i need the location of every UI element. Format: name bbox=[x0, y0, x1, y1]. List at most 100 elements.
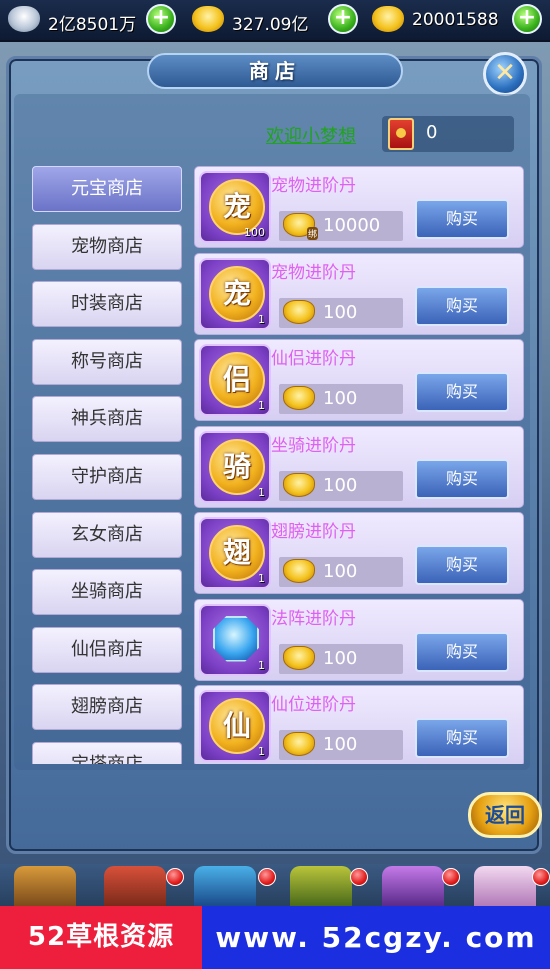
item-quantity: 1 bbox=[258, 312, 265, 326]
item-quantity: 1 bbox=[258, 485, 265, 499]
item-price: 100 bbox=[323, 647, 358, 669]
sword-feature-icon[interactable] bbox=[14, 866, 76, 906]
gold-ingot-icon bbox=[192, 6, 224, 32]
shop-tab[interactable]: 仙侣商店 bbox=[32, 626, 182, 673]
item-name: 仙侣进阶丹 bbox=[271, 349, 356, 369]
gold-value: 327.09亿 bbox=[232, 15, 309, 35]
gold-ingot-icon bbox=[283, 559, 315, 583]
add-bound-gold-button[interactable]: + bbox=[512, 4, 542, 34]
redpack-count: 0 bbox=[426, 122, 438, 143]
item-name: 法阵进阶丹 bbox=[271, 608, 356, 629]
gold-ingot-icon bbox=[283, 386, 315, 410]
creature-feature-icon[interactable] bbox=[382, 866, 444, 906]
silver-coin-icon bbox=[8, 6, 40, 32]
shop-tab[interactable]: 元宝商店 bbox=[32, 166, 182, 212]
back-button[interactable]: 返回 bbox=[468, 792, 542, 838]
pet-feature-icon[interactable] bbox=[474, 866, 536, 906]
shop-tab[interactable]: 称号商店 bbox=[32, 338, 182, 385]
currency-bar: 2亿8501万 + 327.09亿 + 20001588 + bbox=[0, 0, 550, 42]
notification-dot-icon bbox=[258, 868, 276, 886]
silver-value: 2亿8501万 bbox=[48, 15, 137, 35]
item-name: 宠物进阶丹 bbox=[271, 262, 356, 283]
shop-tab[interactable]: 翅膀商店 bbox=[32, 684, 182, 731]
temple-feature-icon[interactable] bbox=[104, 866, 166, 906]
shop-tab[interactable]: 玄女商店 bbox=[32, 511, 182, 558]
shop-item-row: 仙 1 仙位进阶丹 100 购买 bbox=[194, 685, 524, 764]
chest-feature-icon[interactable] bbox=[290, 866, 352, 906]
shop-item-list: 宠100宠物进阶丹10000购买宠1宠物进阶丹100购买侣1仙侣进阶丹100购买… bbox=[194, 166, 524, 764]
player-name-link[interactable]: 欢迎小梦想 bbox=[266, 122, 356, 148]
item-icon-frame: 宠 100 bbox=[199, 171, 271, 243]
shop-tab[interactable]: 宠物商店 bbox=[32, 223, 182, 270]
item-icon-frame: 骑1 bbox=[199, 430, 271, 503]
advance-pill-icon: 仙 bbox=[209, 698, 265, 754]
item-icon-frame: 翅1 bbox=[199, 517, 271, 589]
shop-tab[interactable]: 时装商店 bbox=[32, 281, 182, 328]
add-gold-button[interactable]: + bbox=[328, 4, 358, 34]
shop-category-list: 元宝商店宠物商店时装商店称号商店神兵商店守护商店玄女商店坐骑商店仙侣商店翅膀商店… bbox=[32, 166, 182, 764]
gold-ingot-icon bbox=[283, 472, 315, 497]
gold-ingot-icon bbox=[283, 299, 315, 324]
buy-button[interactable]: 购买 bbox=[415, 545, 509, 585]
advance-pill-icon: 骑 bbox=[209, 438, 265, 495]
item-quantity: 1 bbox=[258, 572, 265, 585]
shop-item-row: 翅 1 翅膀进阶丹 100 购买 bbox=[194, 512, 524, 594]
shop-item-row: 侣 1 仙侣进阶丹 100 购买 bbox=[194, 339, 524, 421]
notification-dot-icon bbox=[442, 868, 460, 886]
item-quantity: 1 bbox=[258, 399, 265, 412]
item-quantity: 1 bbox=[258, 658, 265, 672]
notification-dot-icon bbox=[166, 868, 184, 886]
item-name: 仙位进阶丹 bbox=[271, 695, 356, 715]
add-silver-button[interactable]: + bbox=[146, 4, 176, 34]
buy-button[interactable]: 购买 bbox=[415, 718, 509, 758]
shop-item-row: 宠 1 宠物进阶丹 100 购买 bbox=[194, 252, 524, 335]
item-icon-frame: 1 bbox=[199, 603, 271, 676]
shop-tab[interactable]: 神兵商店 bbox=[32, 396, 182, 443]
item-price: 100 bbox=[323, 561, 358, 582]
item-icon-frame: 侣1 bbox=[199, 344, 271, 416]
buy-button[interactable]: 购买 bbox=[415, 285, 509, 326]
advance-pill-icon: 翅 bbox=[209, 525, 265, 581]
item-icon-frame: 仙1 bbox=[199, 690, 271, 762]
gold-currency: 327.09亿 + bbox=[192, 4, 368, 35]
item-price: 100 bbox=[323, 388, 358, 409]
shop-item-row: 骑 1 坐骑进阶丹 100 购买 bbox=[194, 425, 524, 508]
silver-currency: 2亿8501万 + bbox=[8, 4, 180, 35]
buy-button[interactable]: 购买 bbox=[415, 631, 509, 672]
bound-gold-currency: 20001588 + bbox=[372, 4, 548, 34]
bottom-feature-bar bbox=[0, 864, 550, 906]
bound-gold-ingot-icon bbox=[372, 6, 404, 32]
item-icon-frame: 宠1 bbox=[199, 257, 271, 330]
formation-gem-icon bbox=[213, 615, 259, 662]
watermark-right: www. 52cgzy. com bbox=[202, 906, 550, 969]
item-price: 100 bbox=[323, 474, 358, 496]
item-quantity: 100 bbox=[244, 226, 265, 239]
item-price: 100 bbox=[323, 301, 358, 323]
buy-button[interactable]: 购买 bbox=[415, 458, 509, 499]
shop-title: 商店 bbox=[147, 53, 403, 89]
close-button[interactable]: ✕ bbox=[483, 52, 527, 96]
item-name: 宠物进阶丹 bbox=[271, 176, 356, 196]
item-name: 坐骑进阶丹 bbox=[271, 435, 356, 456]
red-envelope-icon bbox=[388, 118, 414, 150]
watermark-left: 52草根资源 bbox=[0, 906, 202, 969]
advance-pill-icon: 侣 bbox=[209, 352, 265, 408]
bound-gold-value: 20001588 bbox=[412, 10, 499, 30]
shop-item-row: 1 法阵进阶丹 100 购买 bbox=[194, 598, 524, 681]
shop-tab[interactable]: 宝塔商店 bbox=[32, 742, 182, 764]
buy-button[interactable]: 购买 bbox=[415, 372, 509, 412]
buy-button[interactable]: 购买 bbox=[415, 199, 509, 239]
item-name: 翅膀进阶丹 bbox=[271, 522, 356, 542]
shop-item-row: 宠100宠物进阶丹 10000 购买 bbox=[194, 166, 524, 248]
shop-tab[interactable]: 坐骑商店 bbox=[32, 569, 182, 616]
gold-ingot-icon bbox=[283, 645, 315, 670]
advance-pill-icon: 宠 bbox=[209, 265, 265, 322]
notification-dot-icon bbox=[532, 868, 550, 886]
item-price: 10000 bbox=[323, 215, 381, 236]
character-feature-icon[interactable] bbox=[194, 866, 256, 906]
item-price: 100 bbox=[323, 734, 358, 755]
bound-gold-ingot-icon bbox=[283, 213, 319, 240]
shop-tab[interactable]: 守护商店 bbox=[32, 454, 182, 500]
gold-ingot-icon bbox=[283, 732, 315, 756]
notification-dot-icon bbox=[350, 868, 368, 886]
